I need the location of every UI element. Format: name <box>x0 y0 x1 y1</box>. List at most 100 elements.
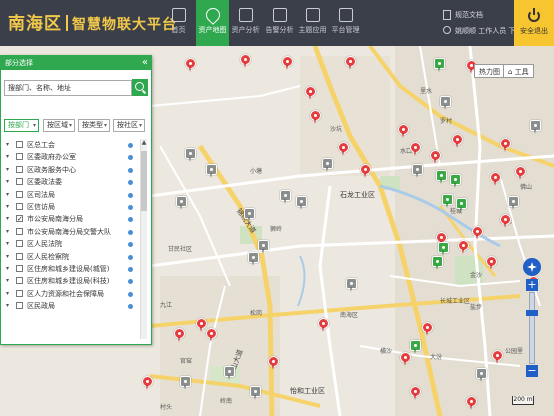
alarm-marker[interactable] <box>400 352 411 366</box>
alarm-marker[interactable] <box>430 150 441 164</box>
zoom-out-button[interactable]: − <box>526 365 538 377</box>
filter-by-type[interactable]: 按类型 ▾ <box>78 119 110 132</box>
device-online-marker[interactable] <box>456 198 467 212</box>
device-offline-marker[interactable] <box>206 164 217 178</box>
department-checkbox[interactable] <box>16 213 23 226</box>
info-dot-icon[interactable] <box>128 254 133 260</box>
department-item[interactable]: ▾ 市公安局南海分局 <box>4 213 139 226</box>
filter-by-department[interactable]: 按部门 ▾ <box>4 119 39 132</box>
department-item[interactable]: ▾ 区政务服务中心 <box>4 164 139 176</box>
department-item[interactable]: ▾ 区住房和城乡建设局(科技) <box>4 275 139 287</box>
info-dot-icon[interactable] <box>128 167 133 173</box>
department-checkbox[interactable] <box>16 227 23 235</box>
department-item[interactable]: ▾ 区人力资源和社会保障局 <box>4 288 139 300</box>
device-offline-marker[interactable] <box>280 190 291 204</box>
department-item[interactable]: ▾ 区总工会 <box>4 139 139 151</box>
device-online-marker[interactable] <box>436 170 447 184</box>
expand-arrow-icon[interactable]: ▾ <box>6 263 9 275</box>
nav-home[interactable]: 首页 <box>162 0 195 46</box>
alarm-marker[interactable] <box>360 164 371 178</box>
device-offline-marker[interactable] <box>476 368 487 382</box>
expand-arrow-icon[interactable]: ▾ <box>6 139 9 151</box>
filter-by-community[interactable]: 按社区 ▾ <box>113 119 145 132</box>
department-checkbox[interactable] <box>16 190 23 198</box>
alarm-marker[interactable] <box>486 256 497 270</box>
device-online-marker[interactable] <box>442 194 453 208</box>
scroll-up-icon[interactable]: ▲ <box>141 139 147 147</box>
alarm-marker[interactable] <box>422 322 433 336</box>
department-item[interactable]: ▾ 区民政局 <box>4 300 139 312</box>
department-checkbox[interactable] <box>16 165 23 173</box>
device-offline-marker[interactable] <box>250 386 261 400</box>
department-item[interactable]: ▾ 区委政府办公室 <box>4 151 139 163</box>
department-item[interactable]: ▾ 区委政法委 <box>4 176 139 188</box>
department-checkbox[interactable] <box>16 302 23 310</box>
department-checkbox[interactable] <box>16 141 23 148</box>
nav-platform-admin[interactable]: 平台管理 <box>329 0 362 46</box>
expand-arrow-icon[interactable]: ▾ <box>6 251 9 263</box>
info-dot-icon[interactable] <box>128 192 133 198</box>
nav-alarm-analysis[interactable]: 告警分析 <box>263 0 296 46</box>
alarm-marker[interactable] <box>515 166 526 180</box>
department-checkbox[interactable] <box>16 202 23 210</box>
list-scrollbar[interactable]: ▲ <box>140 139 147 339</box>
search-input[interactable]: 搜部门、名称、地址 <box>4 80 132 96</box>
zoom-in-button[interactable]: + <box>526 279 538 291</box>
search-button[interactable] <box>132 79 148 96</box>
department-checkbox[interactable] <box>16 252 23 260</box>
device-online-marker[interactable] <box>434 58 445 72</box>
department-checkbox[interactable] <box>16 178 23 186</box>
expand-arrow-icon[interactable]: ▾ <box>6 213 9 225</box>
filter-by-area[interactable]: 按区域 ▾ <box>43 119 75 132</box>
doc-link[interactable]: 规范文档 <box>455 8 522 22</box>
device-offline-marker[interactable] <box>322 158 333 172</box>
info-dot-icon[interactable] <box>128 143 133 148</box>
zoom-slider-handle[interactable] <box>526 310 538 316</box>
info-dot-icon[interactable] <box>128 242 133 248</box>
device-offline-marker[interactable] <box>258 240 269 254</box>
expand-arrow-icon[interactable]: ▾ <box>6 201 9 213</box>
scroll-thumb[interactable] <box>141 151 147 211</box>
department-item[interactable]: ▾ 区人民检察院 <box>4 251 139 263</box>
alarm-marker[interactable] <box>492 350 503 364</box>
device-offline-marker[interactable] <box>296 196 307 210</box>
alarm-marker[interactable] <box>338 142 349 156</box>
alarm-marker[interactable] <box>206 328 217 342</box>
alarm-marker[interactable] <box>472 226 483 240</box>
zoom-slider-track[interactable] <box>529 292 535 364</box>
expand-arrow-icon[interactable]: ▾ <box>6 226 9 238</box>
device-offline-marker[interactable] <box>176 196 187 210</box>
alarm-marker[interactable] <box>458 240 469 254</box>
department-item[interactable]: ▾ 区信访局 <box>4 201 139 213</box>
info-dot-icon[interactable] <box>128 217 133 223</box>
alarm-marker[interactable] <box>174 328 185 342</box>
info-dot-icon[interactable] <box>128 266 133 272</box>
logout-button[interactable]: 安全退出 <box>514 0 554 46</box>
department-checkbox[interactable] <box>16 277 23 285</box>
nav-asset-analysis[interactable]: 资产分析 <box>229 0 262 46</box>
nav-asset-map[interactable]: 资产地图 <box>196 0 229 46</box>
user-info[interactable]: 姚顺顺 工作人员 下午 <box>455 24 522 38</box>
device-online-marker[interactable] <box>438 242 449 256</box>
expand-arrow-icon[interactable]: ▾ <box>6 288 9 300</box>
alarm-marker[interactable] <box>398 124 409 138</box>
heatmap-toggle-button[interactable]: 热力图 <box>474 64 505 78</box>
device-online-marker[interactable] <box>410 340 421 354</box>
alarm-marker[interactable] <box>318 318 329 332</box>
info-dot-icon[interactable] <box>128 229 133 235</box>
department-checkbox[interactable] <box>16 289 23 297</box>
department-checkbox[interactable] <box>16 153 23 161</box>
info-dot-icon[interactable] <box>128 304 133 310</box>
device-offline-marker[interactable] <box>346 278 357 292</box>
device-offline-marker[interactable] <box>185 148 196 162</box>
alarm-marker[interactable] <box>466 396 477 410</box>
device-offline-marker[interactable] <box>224 366 235 380</box>
department-item[interactable]: ▾ 市公安局南海分局交警大队 <box>4 226 139 238</box>
collapse-icon[interactable]: « <box>142 56 148 70</box>
device-offline-marker[interactable] <box>244 208 255 222</box>
department-item[interactable]: ▾ 区司法局 <box>4 189 139 201</box>
alarm-marker[interactable] <box>490 172 501 186</box>
device-offline-marker[interactable] <box>440 96 451 110</box>
device-offline-marker[interactable] <box>530 120 541 134</box>
expand-arrow-icon[interactable]: ▾ <box>6 164 9 176</box>
